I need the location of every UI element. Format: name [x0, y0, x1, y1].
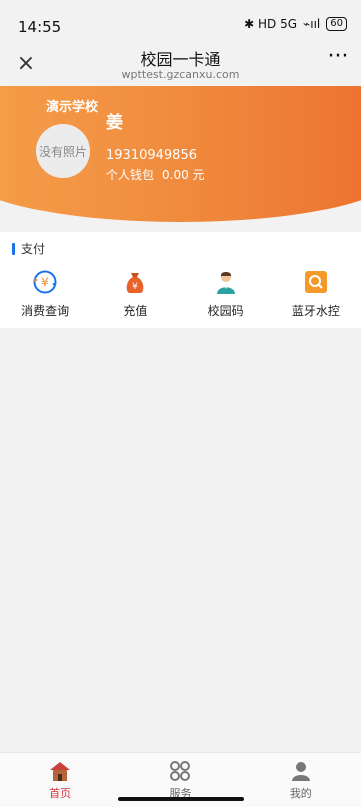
home-indicator[interactable] [118, 797, 244, 801]
svg-text:¥: ¥ [41, 276, 49, 290]
payment-section: 支付 ¥ 消费查询 ¥ 充值 校园码 蓝牙水控 [0, 232, 361, 328]
section-title: 支付 [12, 240, 45, 257]
menu-item-campus-code[interactable]: 校园码 [181, 268, 271, 324]
status-network-icons: ✱ HD 5G [244, 17, 298, 31]
payment-menu: ¥ 消费查询 ¥ 充值 校园码 蓝牙水控 [0, 268, 361, 324]
tab-home[interactable]: 首页 [0, 753, 120, 807]
school-name: 演示学校 [46, 100, 99, 115]
page-url: wpttest.gzcanxu.com [121, 68, 240, 81]
menu-item-bluetooth-water[interactable]: 蓝牙水控 [271, 268, 361, 324]
status-icons: ✱ HD 5G ⌁ııl 60 [244, 17, 347, 31]
home-icon [50, 761, 71, 781]
menu-label: 消费查询 [21, 304, 70, 318]
tab-mine[interactable]: 我的 [241, 753, 361, 807]
menu-item-recharge[interactable]: ¥ 充值 [90, 268, 180, 324]
tab-label: 我的 [289, 786, 312, 800]
menu-label: 校园码 [207, 304, 244, 318]
battery-icon: 60 [326, 17, 347, 31]
status-time: 14:55 [18, 18, 62, 36]
avatar[interactable]: 没有照片 [36, 124, 90, 178]
page-title: 校园一卡通 [140, 50, 221, 69]
user-name: 姜 [106, 113, 123, 133]
user-phone: 19310949856 [106, 148, 197, 163]
wallet-amount: 0.00 元 [162, 168, 205, 182]
campus-code-person-icon [212, 268, 240, 296]
consumption-query-icon: ¥ [31, 268, 59, 296]
service-icon [170, 760, 191, 781]
menu-label: 蓝牙水控 [291, 304, 340, 318]
menu-label: 充值 [123, 304, 148, 318]
navigation-bar: × 校园一卡通 wpttest.gzcanxu.com ··· [0, 40, 361, 86]
bluetooth-water-control-icon [302, 268, 330, 296]
section-title-text: 支付 [21, 242, 46, 256]
status-bar: 14:55 ✱ HD 5G ⌁ııl 60 [0, 0, 361, 40]
recharge-moneybag-icon: ¥ [121, 268, 149, 296]
svg-text:¥: ¥ [133, 282, 139, 292]
tab-label: 首页 [49, 786, 72, 800]
menu-item-consumption-query[interactable]: ¥ 消费查询 [0, 268, 90, 324]
wallet-label: 个人钱包 [106, 168, 155, 182]
signal-icon: ⌁ııl [303, 17, 321, 31]
section-title-bar [12, 242, 15, 255]
wallet-balance: 个人钱包 0.00 元 [106, 166, 205, 183]
user-icon [291, 761, 310, 781]
profile-header: 演示学校 没有照片 姜 19310949856 个人钱包 0.00 元 [0, 86, 361, 226]
more-button[interactable]: ··· [323, 46, 353, 72]
